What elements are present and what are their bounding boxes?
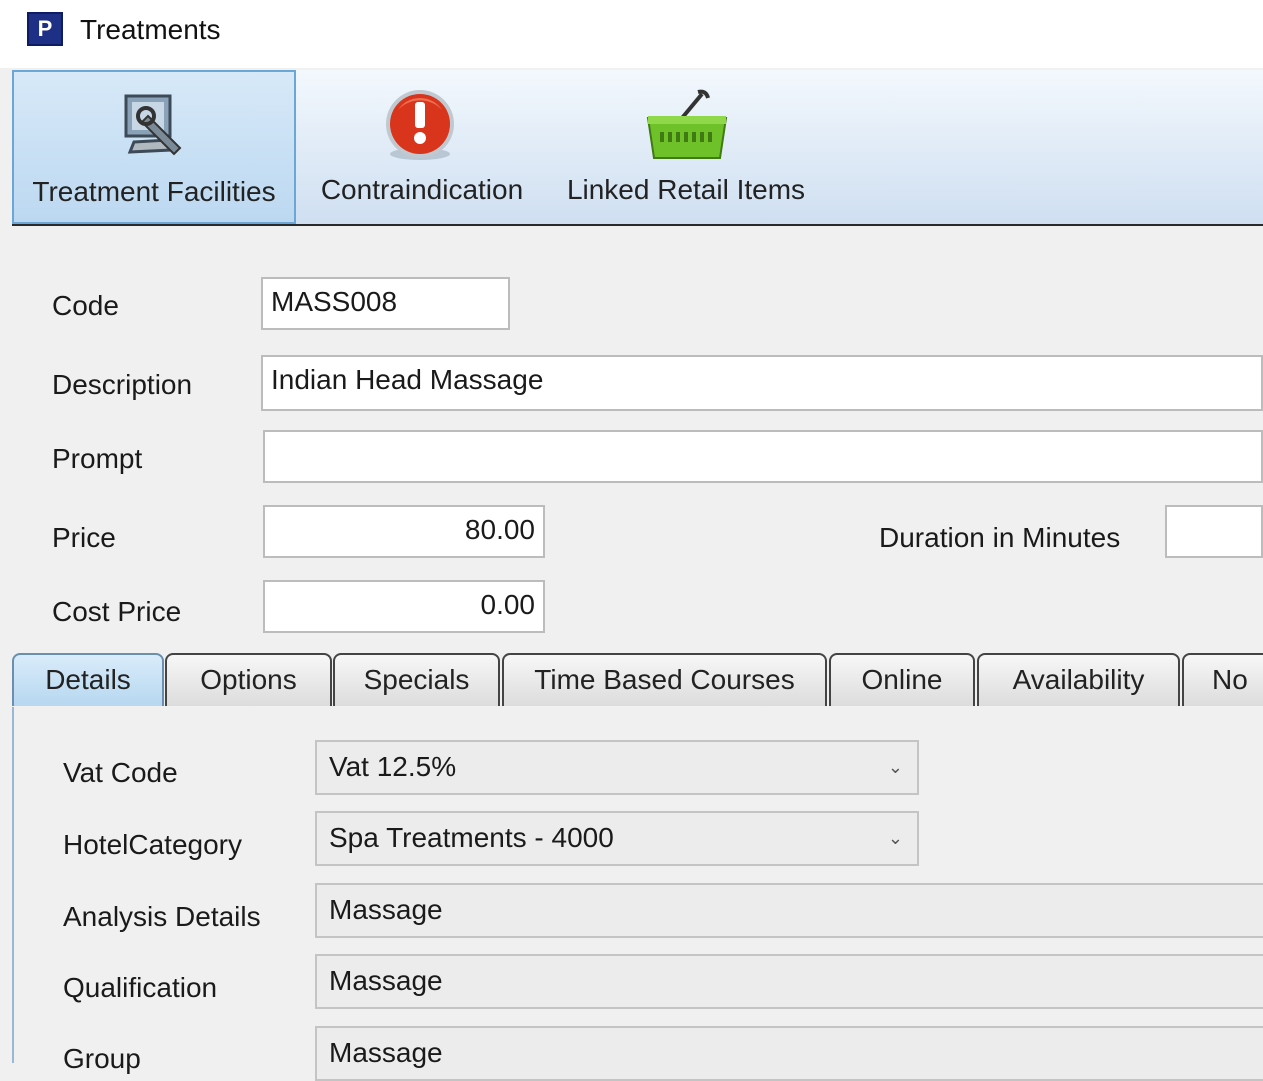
tab-strip: Details Options Specials Time Based Cour… xyxy=(12,651,1263,709)
hotel-category-label: HotelCategory xyxy=(63,829,242,860)
description-field[interactable]: Indian Head Massage xyxy=(261,355,1263,411)
cost-price-field[interactable]: 0.00 xyxy=(263,580,545,633)
group-field[interactable]: Massage xyxy=(315,1026,1263,1081)
duration-field[interactable] xyxy=(1165,505,1263,558)
prompt-field[interactable] xyxy=(263,430,1263,483)
prompt-label: Prompt xyxy=(52,443,143,474)
tab-time-based-courses[interactable]: Time Based Courses xyxy=(502,653,827,706)
price-field[interactable]: 80.00 xyxy=(263,505,545,558)
code-field[interactable]: MASS008 xyxy=(261,277,510,330)
duration-label: Duration in Minutes xyxy=(879,522,1121,553)
warning-exclamation-icon xyxy=(380,88,460,169)
tab-specials[interactable]: Specials xyxy=(333,653,500,706)
contraindication-button[interactable]: Contraindication xyxy=(300,70,544,224)
price-label: Price xyxy=(52,522,116,553)
qualification-label: Qualification xyxy=(63,972,218,1003)
tab-availability[interactable]: Availability xyxy=(977,653,1180,706)
vat-code-label: Vat Code xyxy=(63,757,178,788)
ribbon-toolbar: Treatment Facilities Contraindication Li… xyxy=(12,70,1263,226)
linked-retail-items-label: Linked Retail Items xyxy=(566,174,806,205)
group-label: Group xyxy=(63,1043,141,1074)
details-panel: Vat Code Vat 12.5% ⌄ HotelCategory Spa T… xyxy=(12,707,1263,1081)
title-bar: P Treatments xyxy=(0,0,1263,68)
tab-notes[interactable]: No xyxy=(1182,653,1263,706)
tab-details[interactable]: Details xyxy=(12,653,164,706)
linked-retail-items-button[interactable]: Linked Retail Items xyxy=(552,70,820,224)
contraindication-label: Contraindication xyxy=(320,174,524,205)
treatment-facilities-button[interactable]: Treatment Facilities xyxy=(12,70,296,224)
code-label: Code xyxy=(52,290,119,321)
hotel-category-value: Spa Treatments - 4000 xyxy=(329,822,614,853)
description-label: Description xyxy=(52,369,193,400)
treatment-facilities-label: Treatment Facilities xyxy=(32,176,276,207)
app-icon: P xyxy=(27,12,63,46)
monitor-tools-icon xyxy=(118,90,194,171)
tab-online[interactable]: Online xyxy=(829,653,975,706)
analysis-details-field[interactable]: Massage xyxy=(315,883,1263,938)
cost-price-label: Cost Price xyxy=(52,596,182,627)
vat-code-value: Vat 12.5% xyxy=(329,751,457,782)
hotel-category-select[interactable]: Spa Treatments - 4000 ⌄ xyxy=(315,811,919,866)
analysis-details-label: Analysis Details xyxy=(63,901,261,932)
qualification-field[interactable]: Massage xyxy=(315,954,1263,1009)
shopping-basket-icon xyxy=(644,88,730,169)
tab-options[interactable]: Options xyxy=(165,653,332,706)
window-title: Treatments xyxy=(80,14,221,45)
vat-code-select[interactable]: Vat 12.5% ⌄ xyxy=(315,740,919,795)
chevron-down-icon: ⌄ xyxy=(887,828,903,848)
chevron-down-icon: ⌄ xyxy=(887,757,903,777)
